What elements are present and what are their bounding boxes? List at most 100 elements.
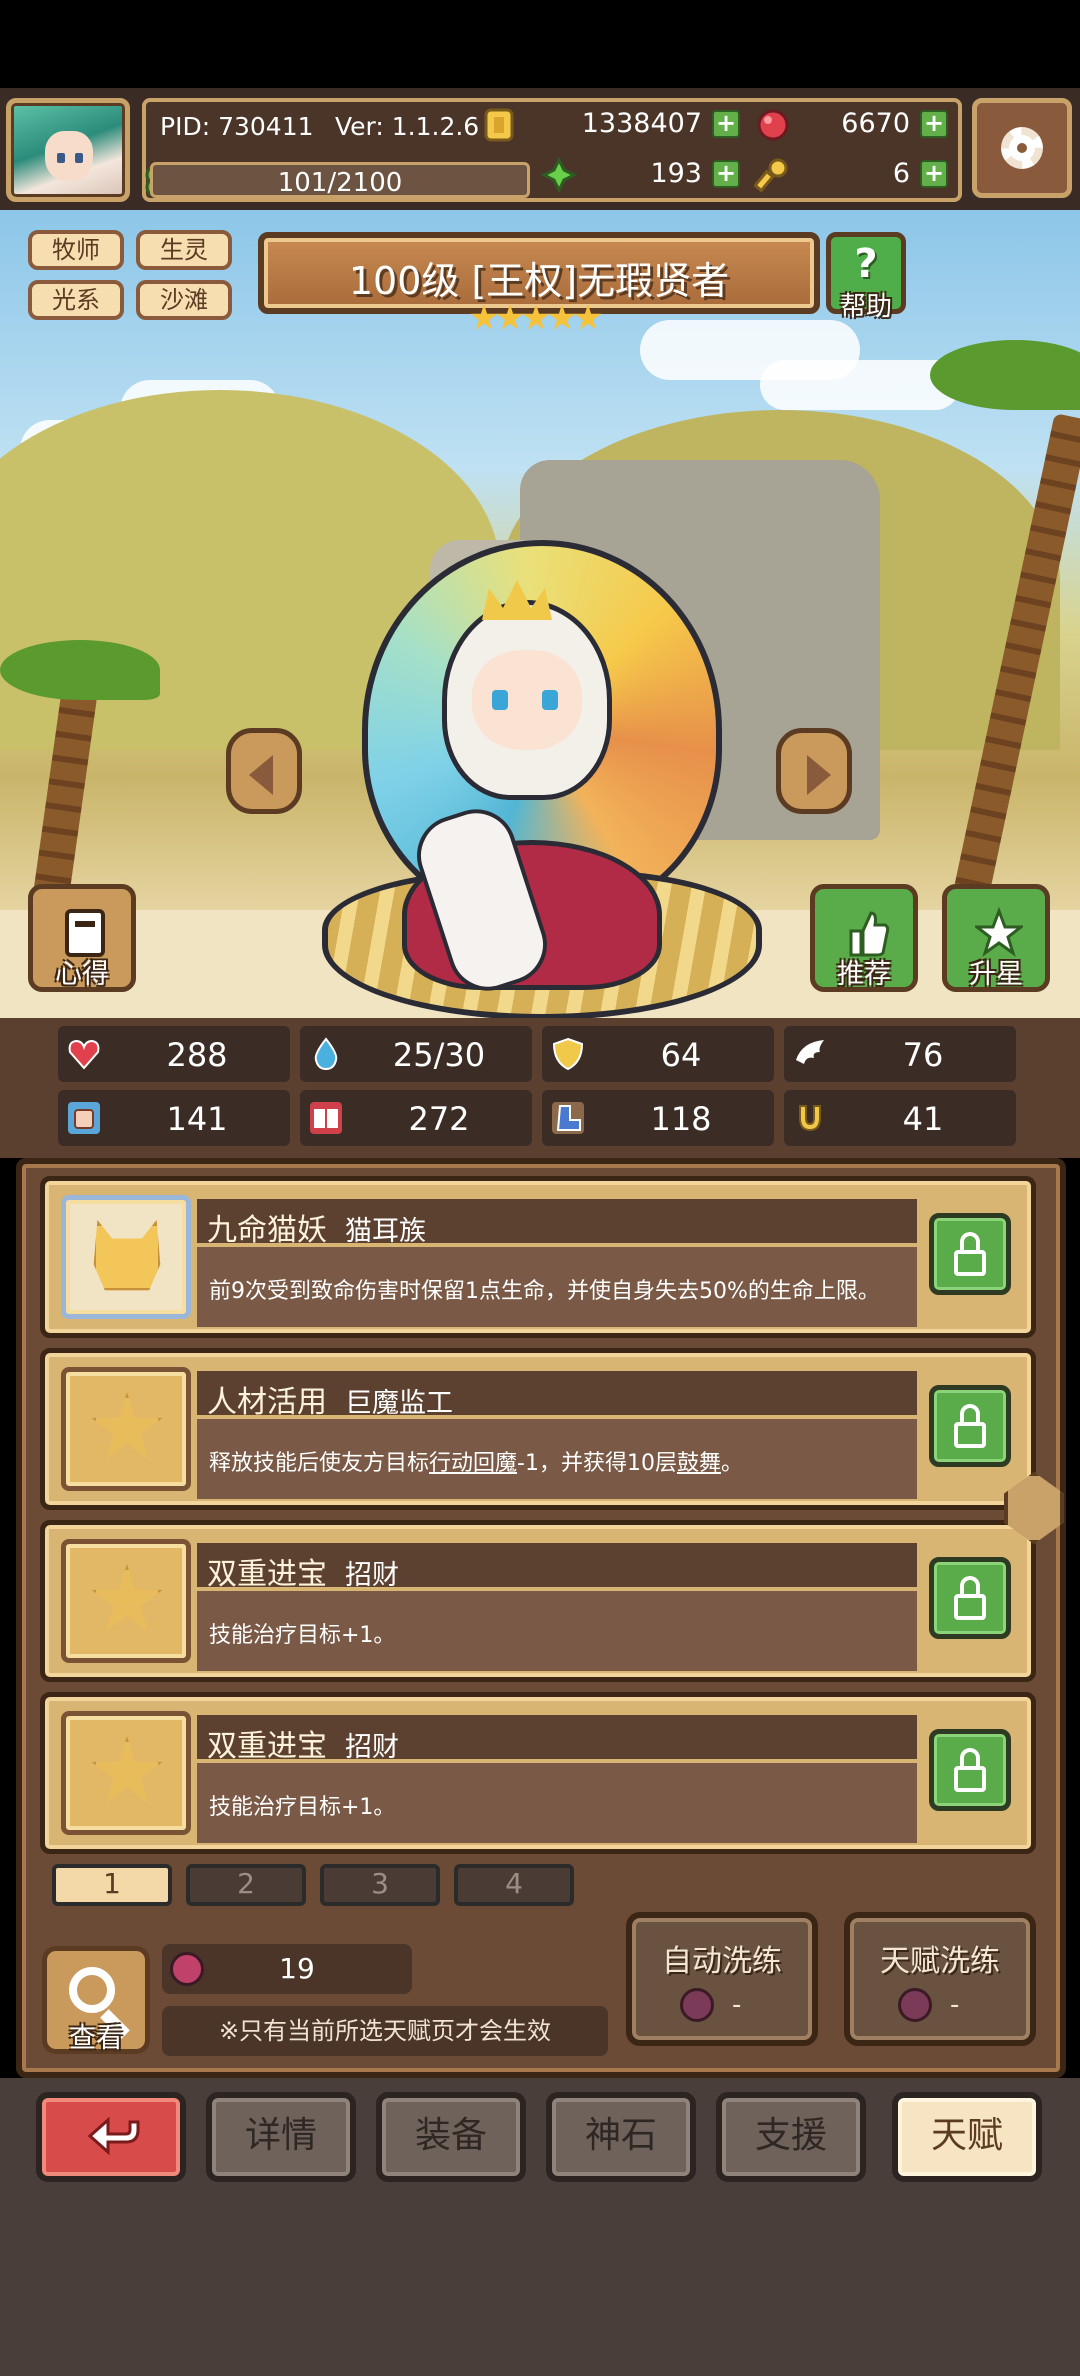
stat-value: 76 [902, 1036, 944, 1074]
nav-talent[interactable]: 天赋 [892, 2092, 1042, 2182]
view-button[interactable]: 查看 [42, 1946, 150, 2054]
auto-wash-button[interactable]: 自动洗练 - [626, 1912, 818, 2046]
stat-value: 118 [650, 1100, 712, 1138]
stat-defense: 64 [542, 1026, 774, 1082]
heart-icon [68, 1039, 100, 1070]
stat-value: 64 [660, 1036, 702, 1074]
stat-value: 272 [408, 1100, 470, 1138]
lock-button[interactable] [929, 1557, 1011, 1639]
page-tab-2[interactable]: 2 [186, 1864, 306, 1906]
talent-icon [61, 1711, 191, 1835]
talent-name: 九命猫妖 [207, 1213, 327, 1248]
next-hero-button[interactable] [776, 728, 852, 814]
green-clover-icon [540, 156, 578, 194]
add-clover-button[interactable]: + [712, 160, 740, 188]
desc-text: 释放技能后使友方目标 [209, 1451, 430, 1476]
add-key-button[interactable]: + [920, 160, 948, 188]
shield-icon [552, 1037, 584, 1071]
nav-equipment[interactable]: 装备 [376, 2092, 526, 2182]
add-gem-button[interactable]: + [920, 110, 948, 138]
red-gem-icon [757, 109, 789, 141]
add-gold-button[interactable]: + [712, 110, 740, 138]
gold-coin-icon [484, 108, 514, 142]
cloud [760, 360, 960, 410]
view-label: 查看 [69, 2023, 123, 2054]
fruit-counter: 19 [162, 1944, 412, 1994]
back-button[interactable] [36, 2092, 186, 2182]
key-resource: 6 + [754, 156, 950, 194]
page-tab-1[interactable]: 1 [52, 1864, 172, 1906]
avatar-face [45, 131, 93, 181]
stat-value: 288 [166, 1036, 228, 1074]
recommend-button[interactable]: 推荐 [810, 884, 918, 992]
clover-resource: 193 + [540, 156, 742, 194]
tag-terrain: 沙滩 [136, 280, 232, 320]
hero-character[interactable] [322, 540, 762, 1020]
settings-button[interactable] [972, 98, 1072, 198]
star-up-button[interactable]: 升星 [942, 884, 1050, 992]
star-icon [522, 304, 550, 330]
cat-icon [93, 1220, 161, 1291]
prev-hero-button[interactable] [226, 728, 302, 814]
talent-wash-button[interactable]: 天赋洗练 - [844, 1912, 1036, 2046]
player-avatar[interactable] [6, 98, 130, 202]
hero-title-banner: 100级 [王权]无瑕贤者 [258, 232, 820, 314]
keyword-link[interactable]: 鼓舞 [677, 1451, 721, 1476]
star-badge-icon [91, 1736, 163, 1804]
talent-source: 招财 [345, 1560, 399, 1591]
page-tab-4[interactable]: 4 [454, 1864, 574, 1906]
auto-wash-label: 自动洗练 [662, 1944, 782, 1979]
lock-button[interactable] [929, 1213, 1011, 1295]
star-icon [548, 304, 576, 330]
talent-card[interactable]: 人材活用 巨魔监工 释放技能后使友方目标行动回魔-1，并获得10层鼓舞。 [40, 1348, 1036, 1510]
fist-icon [68, 1102, 100, 1134]
talent-source: 猫耳族 [345, 1216, 426, 1247]
fruit-icon [898, 1988, 932, 2022]
stat-luck: 41 [784, 1090, 1016, 1146]
gem-value: 6670 [841, 108, 910, 139]
magnifier-icon [69, 1967, 115, 2013]
avatar-eye [57, 153, 65, 163]
talent-icon [61, 1195, 191, 1319]
gear-icon [1001, 127, 1043, 169]
page-tab-3[interactable]: 3 [320, 1864, 440, 1906]
stat-value: 141 [166, 1100, 228, 1138]
star-icon [496, 304, 524, 330]
talent-name: 人材活用 [207, 1385, 327, 1420]
talent-wash-cost: - [950, 1990, 960, 2020]
talent-card[interactable]: 九命猫妖 猫耳族 前9次受到致命伤害时保留1点生命，并使自身失去50%的生命上限… [40, 1176, 1036, 1338]
desc-text: 。 [720, 1451, 743, 1476]
talent-description: 技能治疗目标+1。 [209, 1623, 396, 1648]
clover-value: 193 [650, 158, 702, 189]
gold-resource: 1338407 + [480, 106, 742, 144]
recommend-label: 推荐 [837, 959, 891, 990]
star-badge-icon [91, 1392, 163, 1460]
fruit-count: 19 [279, 1952, 315, 1985]
talent-wash-label: 天赋洗练 [880, 1944, 1000, 1979]
xp-label: 101/2100 [277, 168, 403, 198]
tag-element: 光系 [28, 280, 124, 320]
lock-button[interactable] [929, 1729, 1011, 1811]
boot-icon [552, 1102, 584, 1134]
tag-race: 生灵 [136, 230, 232, 270]
stat-value: 25/30 [392, 1036, 486, 1074]
desc-text: -1，并获得10层 [517, 1451, 677, 1476]
nav-details[interactable]: 详情 [206, 2092, 356, 2182]
gold-value: 1338407 [581, 108, 702, 139]
talent-card[interactable]: 双重进宝 招财 技能治疗目标+1。 [40, 1692, 1036, 1854]
stat-attack: 141 [58, 1090, 290, 1146]
keyword-link[interactable]: 行动回魔 [429, 1451, 517, 1476]
nav-godstone[interactable]: 神石 [546, 2092, 696, 2182]
lock-body [954, 1250, 986, 1276]
nav-support[interactable]: 支援 [716, 2092, 866, 2182]
help-label: 帮助 [839, 292, 892, 322]
talent-name: 双重进宝 [207, 1557, 327, 1592]
lock-button[interactable] [929, 1385, 1011, 1467]
water-drop-icon [314, 1037, 338, 1071]
fruit-icon [170, 1952, 204, 1986]
hero-eye [492, 690, 508, 710]
xp-bar: 101/2100 [150, 162, 530, 198]
talent-source: 招财 [345, 1732, 399, 1763]
notes-button[interactable]: 心得 [28, 884, 136, 992]
talent-card[interactable]: 双重进宝 招财 技能治疗目标+1。 [40, 1520, 1036, 1682]
